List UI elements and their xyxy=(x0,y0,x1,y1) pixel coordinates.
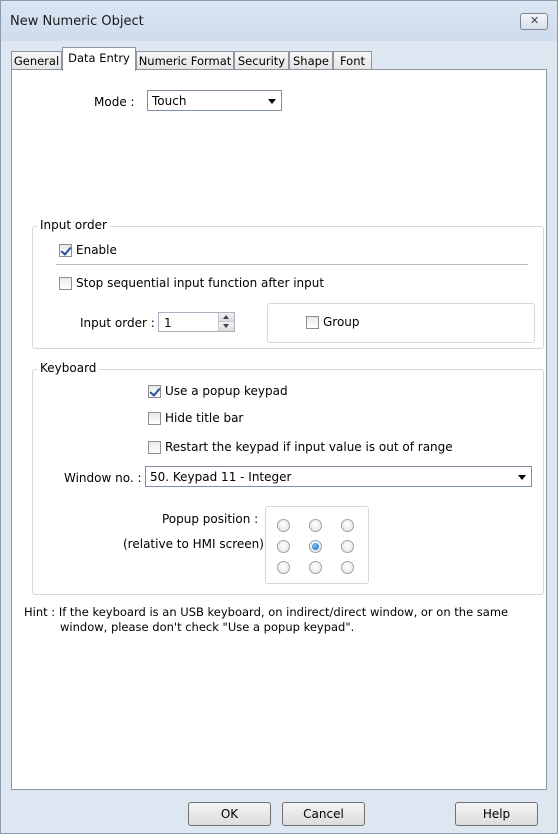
stop-sequential-checkbox[interactable] xyxy=(59,277,72,290)
position-center-radio[interactable] xyxy=(309,540,322,553)
stepper-down-icon[interactable] xyxy=(219,322,234,331)
restart-keypad-checkbox[interactable] xyxy=(148,441,161,454)
popup-position-label: Popup position : xyxy=(162,512,259,526)
help-button[interactable]: Help xyxy=(455,802,538,826)
position-top-left-radio[interactable] xyxy=(277,519,290,532)
position-bottom-right-radio[interactable] xyxy=(341,561,354,574)
tab-font[interactable]: Font xyxy=(333,51,372,69)
tab-shape[interactable]: Shape xyxy=(289,51,333,69)
window-title: New Numeric Object xyxy=(10,14,144,29)
cancel-button[interactable]: Cancel xyxy=(282,802,365,826)
position-bottom-center-radio[interactable] xyxy=(309,561,322,574)
input-order-value: 1 xyxy=(164,316,172,330)
chevron-down-icon xyxy=(268,99,276,104)
use-popup-keypad-label: Use a popup keypad xyxy=(165,384,288,398)
use-popup-keypad-checkbox[interactable] xyxy=(148,385,161,398)
input-order-label: Input order : xyxy=(80,316,155,330)
position-top-right-radio[interactable] xyxy=(341,519,354,532)
tab-security[interactable]: Security xyxy=(234,51,289,69)
divider xyxy=(56,264,528,265)
chevron-down-icon xyxy=(518,475,526,480)
mode-value: Touch xyxy=(152,94,187,108)
tab-general[interactable]: General xyxy=(11,51,62,69)
enable-checkbox[interactable] xyxy=(59,244,72,257)
window-no-value: 50. Keypad 11 - Integer xyxy=(150,470,292,484)
close-icon: ✕ xyxy=(530,14,540,27)
keyboard-group-title: Keyboard xyxy=(37,361,100,375)
input-order-stepper[interactable]: 1 xyxy=(158,312,235,332)
tab-data-entry[interactable]: Data Entry xyxy=(62,47,136,71)
group-checkbox[interactable] xyxy=(306,316,319,329)
position-top-center-radio[interactable] xyxy=(309,519,322,532)
popup-position-sublabel: (relative to HMI screen) xyxy=(123,537,264,551)
hint-line-2: window, please don't check "Use a popup … xyxy=(60,620,355,634)
hint-line-1: Hint : If the keyboard is an USB keyboar… xyxy=(24,605,509,619)
enable-label: Enable xyxy=(76,243,117,257)
mode-select[interactable]: Touch xyxy=(147,90,282,111)
hide-title-bar-checkbox[interactable] xyxy=(148,412,161,425)
mode-label: Mode : xyxy=(94,95,135,109)
position-bottom-left-radio[interactable] xyxy=(277,561,290,574)
window-no-label: Window no. : xyxy=(64,471,142,485)
window-no-select[interactable]: 50. Keypad 11 - Integer xyxy=(145,466,532,487)
stepper-buttons xyxy=(218,313,234,331)
tab-numeric-format[interactable]: Numeric Format xyxy=(136,51,234,69)
position-middle-left-radio[interactable] xyxy=(277,540,290,553)
hide-title-bar-label: Hide title bar xyxy=(165,411,244,425)
stepper-up-icon[interactable] xyxy=(219,313,234,322)
stop-sequential-label: Stop sequential input function after inp… xyxy=(76,276,325,290)
group-label: Group xyxy=(323,315,360,329)
data-entry-panel: Mode : Touch Input order Enable Stop seq… xyxy=(11,69,547,790)
input-order-group-title: Input order xyxy=(37,218,110,232)
restart-keypad-label: Restart the keypad if input value is out… xyxy=(165,440,453,454)
dialog-window: New Numeric Object ✕ General Data Entry … xyxy=(0,0,558,834)
position-middle-right-radio[interactable] xyxy=(341,540,354,553)
close-button[interactable]: ✕ xyxy=(520,13,548,30)
ok-button[interactable]: OK xyxy=(188,802,271,826)
title-bar[interactable]: New Numeric Object ✕ xyxy=(1,1,557,41)
